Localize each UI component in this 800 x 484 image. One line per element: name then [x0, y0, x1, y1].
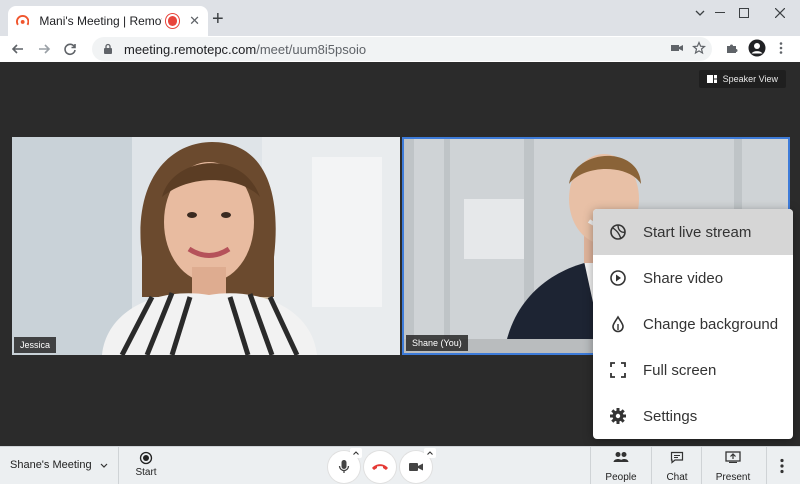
lock-icon [104, 43, 112, 54]
url-path: /meet/uum8i5psoio [256, 41, 367, 57]
recording-indicator-icon [167, 16, 178, 26]
url-host: meeting.remotepc.com [124, 41, 257, 57]
menu-item-label: Share video [643, 269, 724, 287]
divider [590, 447, 591, 484]
droplet-icon [609, 315, 627, 333]
menu-item-label: Full screen [643, 361, 717, 379]
video-tile-jessica[interactable]: Jessica [12, 137, 400, 355]
close-window-button[interactable] [760, 0, 800, 26]
browser-menu-icon[interactable] [778, 41, 784, 55]
camera-options-caret[interactable] [424, 448, 436, 458]
tab-title: Mani's Meeting | RemotePC [39, 14, 162, 28]
extensions-puzzle-icon[interactable] [725, 41, 739, 55]
divider [651, 447, 652, 484]
more-options-button[interactable] [779, 458, 787, 476]
meeting-name-dropdown[interactable]: Shane's Meeting [10, 459, 108, 471]
fullscreen-icon [609, 361, 627, 379]
browser-tab[interactable]: Mani's Meeting | RemotePC ✕ [8, 6, 208, 36]
new-tab-button[interactable]: + [212, 9, 224, 29]
menu-item-label: Settings [643, 407, 698, 425]
menu-item-label: Start live stream [643, 223, 752, 241]
tab-close-icon[interactable]: ✕ [189, 13, 200, 29]
forward-button[interactable] [34, 39, 54, 59]
jessica-video-feed [12, 137, 400, 355]
microphone-options-caret[interactable] [350, 448, 362, 458]
meeting-control-bar: Shane's Meeting Start People Chat Presen… [0, 446, 800, 484]
url-text: meeting.remotepc.com/meet/uum8i5psoio [124, 42, 366, 57]
speaker-view-icon [706, 75, 717, 83]
back-button[interactable] [8, 39, 28, 59]
menu-item-share-video[interactable]: Share video [593, 255, 793, 301]
video-camera-icon [409, 463, 423, 471]
present-button[interactable]: Present [712, 451, 754, 483]
broadcast-icon [609, 223, 627, 241]
menu-item-settings[interactable]: Settings [593, 393, 793, 439]
divider [766, 447, 767, 484]
microphone-icon [338, 460, 350, 473]
meeting-name-label: Shane's Meeting [10, 459, 92, 471]
menu-item-start-live-stream[interactable]: Start live stream [593, 209, 793, 255]
chat-icon [670, 451, 684, 464]
record-icon [139, 451, 153, 465]
browser-toolbar: meeting.remotepc.com/meet/uum8i5psoio [0, 36, 800, 62]
hang-up-icon [372, 464, 388, 470]
gear-icon [609, 407, 627, 425]
chat-button[interactable]: Chat [662, 451, 692, 483]
participant-name-tag: Shane (You) [406, 335, 468, 351]
address-bar[interactable]: meeting.remotepc.com/meet/uum8i5psoio [92, 37, 712, 61]
profile-avatar-icon[interactable] [748, 39, 766, 57]
start-recording-button[interactable]: Start [126, 451, 166, 481]
more-options-menu: Start live stream Share video Change bac… [593, 209, 793, 439]
maximize-button[interactable] [724, 0, 764, 26]
people-label: People [605, 472, 637, 483]
star-icon[interactable] [692, 41, 706, 55]
menu-item-full-screen[interactable]: Full screen [593, 347, 793, 393]
browser-tabstrip: Mani's Meeting | RemotePC ✕ + [0, 0, 800, 36]
people-icon [613, 452, 629, 462]
chat-label: Chat [666, 472, 688, 483]
present-screen-icon [725, 451, 741, 463]
present-label: Present [715, 472, 751, 483]
end-call-button[interactable] [364, 451, 396, 483]
people-button[interactable]: People [604, 451, 638, 483]
camera-in-use-icon[interactable] [670, 41, 684, 55]
remotepc-logo-icon [16, 15, 30, 26]
speaker-view-label: Speaker View [722, 74, 778, 84]
speaker-view-button[interactable]: Speaker View [698, 70, 786, 88]
menu-item-change-background[interactable]: Change background [593, 301, 793, 347]
divider [701, 447, 702, 484]
reload-button[interactable] [60, 39, 80, 59]
start-label: Start [135, 467, 157, 478]
menu-item-label: Change background [643, 315, 779, 333]
play-circle-icon [609, 269, 627, 287]
vertical-dots-icon [780, 458, 784, 474]
chevron-down-icon [100, 460, 108, 470]
divider [118, 447, 119, 484]
participant-name-tag: Jessica [14, 337, 57, 353]
